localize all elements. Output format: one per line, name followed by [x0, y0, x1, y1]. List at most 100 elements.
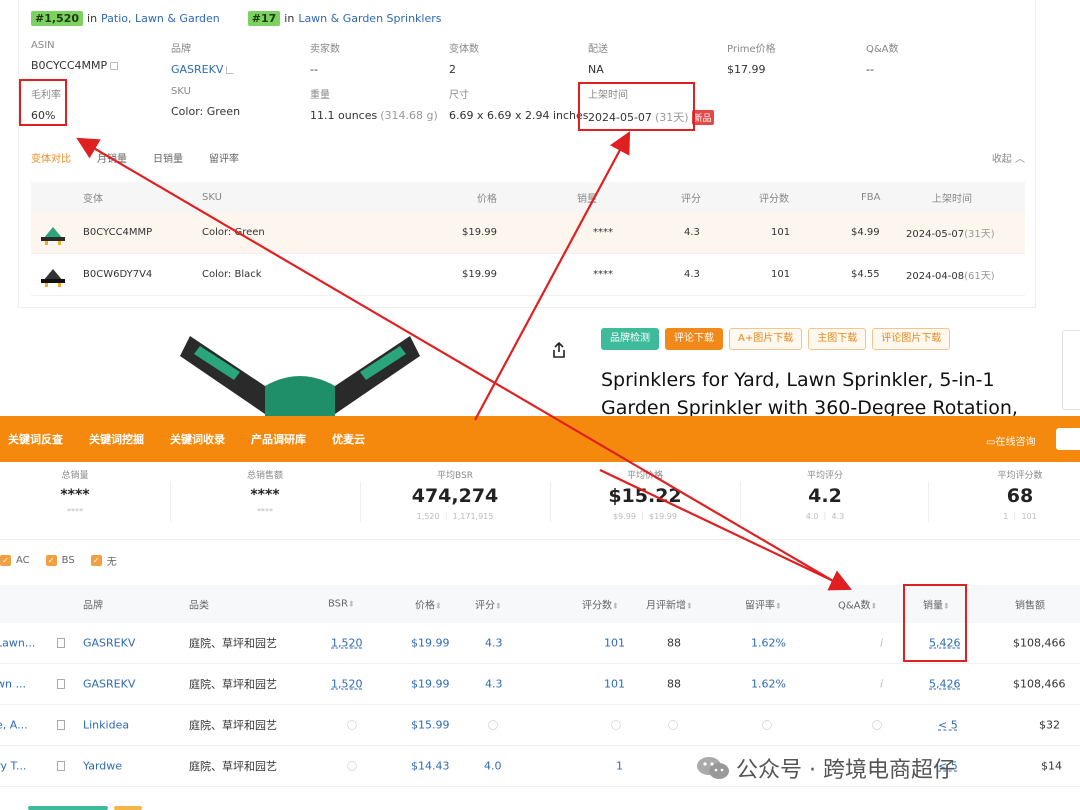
- nav-keyword-index[interactable]: 关键词收录: [170, 431, 225, 447]
- price-cell: $19.99: [411, 677, 450, 691]
- review-image-download-button[interactable]: 评论图片下载: [872, 328, 951, 350]
- product-title-cell[interactable]: ry T...: [0, 760, 26, 773]
- sort-icon[interactable]: ⬍: [871, 602, 878, 611]
- checkbox-checked-icon[interactable]: ✓: [90, 554, 102, 566]
- filter-ac[interactable]: ✓ AC: [0, 554, 30, 566]
- document-icon[interactable]: [57, 761, 65, 771]
- brand-cell[interactable]: GASREKV: [83, 637, 135, 650]
- filter-bs[interactable]: ✓ BS: [45, 554, 75, 566]
- tab-variant-compare[interactable]: 变体对比: [31, 150, 71, 165]
- sales-cell[interactable]: 5,426: [929, 678, 961, 691]
- bsr-cell[interactable]: 1,520: [331, 678, 363, 691]
- us-flag-icon[interactable]: [1056, 428, 1080, 450]
- sort-icon[interactable]: ⬍: [775, 602, 782, 611]
- variant-row[interactable]: B0CYCC4MMP Color: Green $19.99 **** 4.3 …: [31, 212, 1025, 254]
- variant-table: 变体 SKU 价格 销量 评分 评分数 FBA 上架时间 B0CYCC4MMP …: [31, 182, 1025, 296]
- sort-icon[interactable]: ⬍: [495, 602, 502, 611]
- online-consult-button[interactable]: ▭在线咨询: [986, 433, 1035, 448]
- col-reviews[interactable]: 评分数⬍: [582, 597, 619, 612]
- rating-cell: 4.3: [485, 636, 503, 650]
- extension-toolbar: 关键词反查 关键词挖掘 关键词收录 产品调研库 优麦云 ▭在线咨询: [0, 416, 1080, 462]
- price-cell: $15.99: [411, 718, 450, 732]
- tab-review-rate[interactable]: 留评率: [209, 150, 239, 165]
- rank-category-link[interactable]: Patio, Lawn & Garden: [101, 12, 220, 25]
- asin-value: B0CYCC4MMP: [31, 59, 108, 72]
- share-icon[interactable]: [552, 342, 566, 358]
- tab-monthly-sales[interactable]: 月销量: [97, 150, 127, 165]
- col-review-rate[interactable]: 留评率⬍: [745, 597, 782, 612]
- sellers-cell: 卖家数 --: [310, 40, 450, 76]
- main-image-download-button[interactable]: 主图下载: [808, 328, 867, 350]
- bsr-cell[interactable]: 1,520: [331, 637, 363, 650]
- document-icon[interactable]: [57, 679, 65, 689]
- bottom-button-partial[interactable]: [114, 806, 142, 810]
- checkbox-checked-icon[interactable]: ✓: [45, 554, 57, 566]
- collapse-button[interactable]: 收起 ︿: [992, 150, 1025, 165]
- delivery-value: NA: [588, 63, 604, 76]
- rating-cell: 4.0: [484, 759, 502, 773]
- col-bsr[interactable]: BSR⬍: [328, 599, 355, 610]
- chart-tabs: 变体对比 月销量 日销量 留评率 收起 ︿: [31, 150, 1025, 165]
- col-variant: 变体: [83, 193, 103, 205]
- external-link-icon[interactable]: [226, 65, 235, 74]
- product-title-cell[interactable]: wn ...: [0, 678, 26, 691]
- sort-icon[interactable]: ⬍: [348, 600, 355, 609]
- col-price[interactable]: 价格⬍: [415, 597, 442, 612]
- brand-check-button[interactable]: 品牌检测: [601, 328, 659, 350]
- qa-value: --: [866, 63, 874, 76]
- aplus-image-download-button[interactable]: A+图片下载: [729, 328, 803, 350]
- stat-label: 总销量: [61, 471, 89, 481]
- col-qa[interactable]: Q&A数⬍: [838, 597, 877, 612]
- side-card[interactable]: [1062, 330, 1080, 410]
- brand-link[interactable]: GASREKV: [171, 63, 223, 76]
- table-row[interactable]: e, A... Linkidea 庭院、草坪和园艺 $15.99 < 5 $32: [0, 705, 1080, 746]
- reviews-cell: 1: [616, 759, 623, 773]
- variants-value: 2: [449, 63, 456, 76]
- divider: [928, 482, 929, 522]
- nav-product-research[interactable]: 产品调研库: [251, 431, 306, 447]
- variant-sales: ****: [593, 269, 613, 280]
- consult-label: 在线咨询: [995, 437, 1036, 448]
- variant-price: $19.99: [462, 227, 497, 238]
- stat-label: 平均BSR: [437, 471, 473, 481]
- stat-total-sales: 总销量 **** ****: [0, 468, 160, 516]
- document-icon[interactable]: [57, 638, 65, 648]
- prime-value: $17.99: [727, 63, 766, 76]
- sort-icon[interactable]: ⬍: [435, 602, 442, 611]
- divider: [360, 482, 361, 522]
- review-download-button[interactable]: 评论下载: [665, 328, 723, 350]
- brand-cell[interactable]: Linkidea: [83, 719, 129, 732]
- product-title-cell[interactable]: e, A...: [0, 719, 28, 732]
- col-sales: 销量: [577, 193, 597, 205]
- sort-icon[interactable]: ⬍: [612, 602, 619, 611]
- bottom-button-partial[interactable]: [28, 806, 108, 810]
- revenue-cell: $32: [1039, 718, 1060, 732]
- checkbox-checked-icon[interactable]: ✓: [0, 554, 11, 566]
- revenue-cell: $14: [1041, 759, 1062, 773]
- variant-asin: B0CYCC4MMP: [83, 227, 153, 238]
- document-icon[interactable]: [57, 720, 65, 730]
- nav-keyword-reverse[interactable]: 关键词反查: [8, 431, 63, 447]
- sort-icon[interactable]: ⬍: [686, 602, 693, 611]
- wechat-icon: [697, 757, 729, 779]
- product-title-cell[interactable]: Lawn...: [0, 637, 35, 650]
- chevron-up-icon: ︿: [1015, 154, 1025, 165]
- rank-category-link[interactable]: Lawn & Garden Sprinklers: [298, 12, 441, 25]
- copy-icon[interactable]: [110, 61, 119, 70]
- rank-badge: #17: [247, 11, 281, 26]
- table-row[interactable]: wn ... GASREKV 庭院、草坪和园艺 1,520 $19.99 4.3…: [0, 664, 1080, 705]
- variant-row[interactable]: B0CW6DY7V4 Color: Black $19.99 **** 4.3 …: [31, 254, 1025, 296]
- variant-table-header: 变体 SKU 价格 销量 评分 评分数 FBA 上架时间: [31, 182, 1025, 212]
- brand-cell[interactable]: Yardwe: [83, 760, 122, 773]
- col-rating[interactable]: 评分⬍: [475, 597, 502, 612]
- stat-avg-bsr: 平均BSR 474,274 1,520 ｜ 1,171,915: [370, 468, 540, 522]
- filter-none[interactable]: ✓ 无: [90, 553, 117, 568]
- brand-label: 品牌: [171, 44, 191, 55]
- nav-youmaiyun[interactable]: 优麦云: [332, 431, 365, 447]
- tab-daily-sales[interactable]: 日销量: [153, 150, 183, 165]
- sales-cell[interactable]: < 5: [938, 719, 958, 732]
- brand-cell[interactable]: GASREKV: [83, 678, 135, 691]
- col-monthly-new-reviews[interactable]: 月评新增⬍: [646, 597, 693, 612]
- sku-label: SKU: [171, 86, 191, 97]
- nav-keyword-mining[interactable]: 关键词挖掘: [89, 431, 144, 447]
